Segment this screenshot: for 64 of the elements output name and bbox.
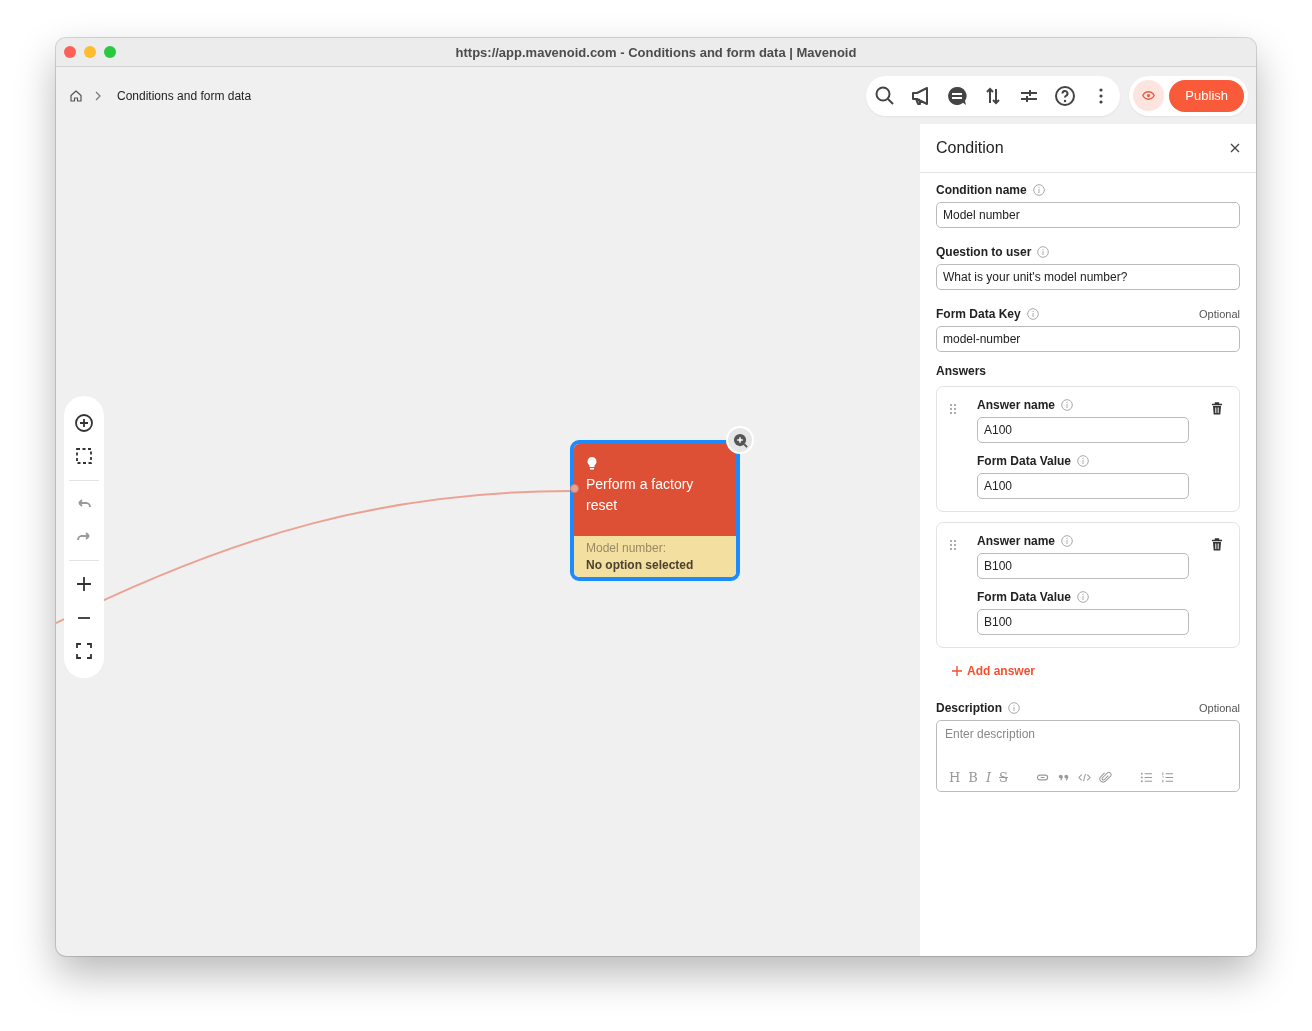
plus-icon	[952, 666, 962, 676]
fit-icon	[74, 640, 94, 661]
eye-icon	[1142, 89, 1156, 102]
bullet-list-icon[interactable]	[1139, 771, 1153, 784]
numbered-list-icon[interactable]	[1160, 771, 1174, 784]
field-label: Question to user	[936, 245, 1032, 259]
add-button[interactable]	[74, 413, 94, 434]
home-icon[interactable]	[69, 88, 83, 103]
zoom-in-icon	[732, 432, 748, 448]
optional-note: Optional	[1199, 308, 1240, 320]
breadcrumb-current[interactable]: Conditions and form data	[117, 88, 252, 103]
info-icon[interactable]	[1061, 535, 1074, 547]
drag-handle-icon[interactable]	[949, 539, 957, 551]
zoom-out-icon	[78, 616, 90, 619]
add-icon	[74, 413, 94, 434]
answer-name-field[interactable]: B100	[977, 553, 1189, 579]
close-icon[interactable]	[1230, 143, 1240, 153]
trash-icon[interactable]	[1211, 402, 1223, 415]
drag-handle-icon[interactable]	[949, 403, 957, 415]
select-icon	[74, 446, 94, 467]
info-icon[interactable]	[1032, 184, 1045, 196]
condition-value: No option selected	[586, 558, 695, 572]
answer-name-field[interactable]: A100	[977, 417, 1189, 443]
window-title: https://app.mavenoid.com - Conditions and form data | Mavenoid	[455, 44, 857, 60]
field-label: Form Data Value	[977, 590, 1072, 604]
info-icon[interactable]	[1077, 455, 1090, 467]
info-icon[interactable]	[1008, 702, 1020, 714]
form-data-value-field[interactable]: B100	[977, 609, 1189, 635]
answers-heading: Answers	[936, 364, 988, 378]
field-label: Answer name	[977, 534, 1056, 548]
lightbulb-icon	[586, 456, 598, 470]
trash-icon[interactable]	[1211, 538, 1223, 551]
code-icon[interactable]	[1077, 771, 1091, 784]
optional-note: Optional	[1199, 702, 1240, 714]
zoom-in-node-button[interactable]	[726, 426, 754, 454]
maximize-window-button[interactable]	[104, 46, 116, 58]
field-label: Form Data Value	[977, 454, 1072, 468]
text-field[interactable]: What is your unit's model number?	[936, 264, 1240, 290]
field-label: Form Data Key	[936, 307, 1021, 321]
condition-label: Model number:	[586, 541, 668, 555]
field-label: Condition name	[936, 183, 1027, 197]
form-data-value-field[interactable]: A100	[977, 473, 1189, 499]
paperclip-icon[interactable]	[1098, 771, 1112, 784]
select-button[interactable]	[74, 446, 94, 467]
text-field[interactable]: Model number	[936, 202, 1240, 228]
info-icon[interactable]	[1077, 591, 1090, 603]
node-title: Perform a factory reset	[586, 475, 695, 515]
info-icon[interactable]	[1037, 246, 1050, 258]
flow-node[interactable]: Perform a factory reset Model number: No option selected	[570, 440, 740, 581]
text-field[interactable]: model-number	[936, 326, 1240, 352]
close-window-button[interactable]	[64, 46, 76, 58]
chat-bubble-icon[interactable]	[946, 84, 969, 107]
preview-button[interactable]	[1133, 80, 1165, 111]
fit-button[interactable]	[74, 640, 94, 661]
help-icon[interactable]	[1054, 84, 1077, 107]
info-icon[interactable]	[1026, 308, 1039, 320]
add-answer-button[interactable]: Add answer	[936, 658, 1051, 684]
field-label: Description	[936, 701, 1002, 715]
input-port[interactable]	[570, 484, 579, 493]
minimize-window-button[interactable]	[84, 46, 96, 58]
panel-title: Condition	[936, 139, 1004, 157]
chevron-right-icon	[94, 90, 102, 101]
info-icon[interactable]	[1061, 399, 1074, 411]
field-label: Answer name	[977, 398, 1056, 412]
